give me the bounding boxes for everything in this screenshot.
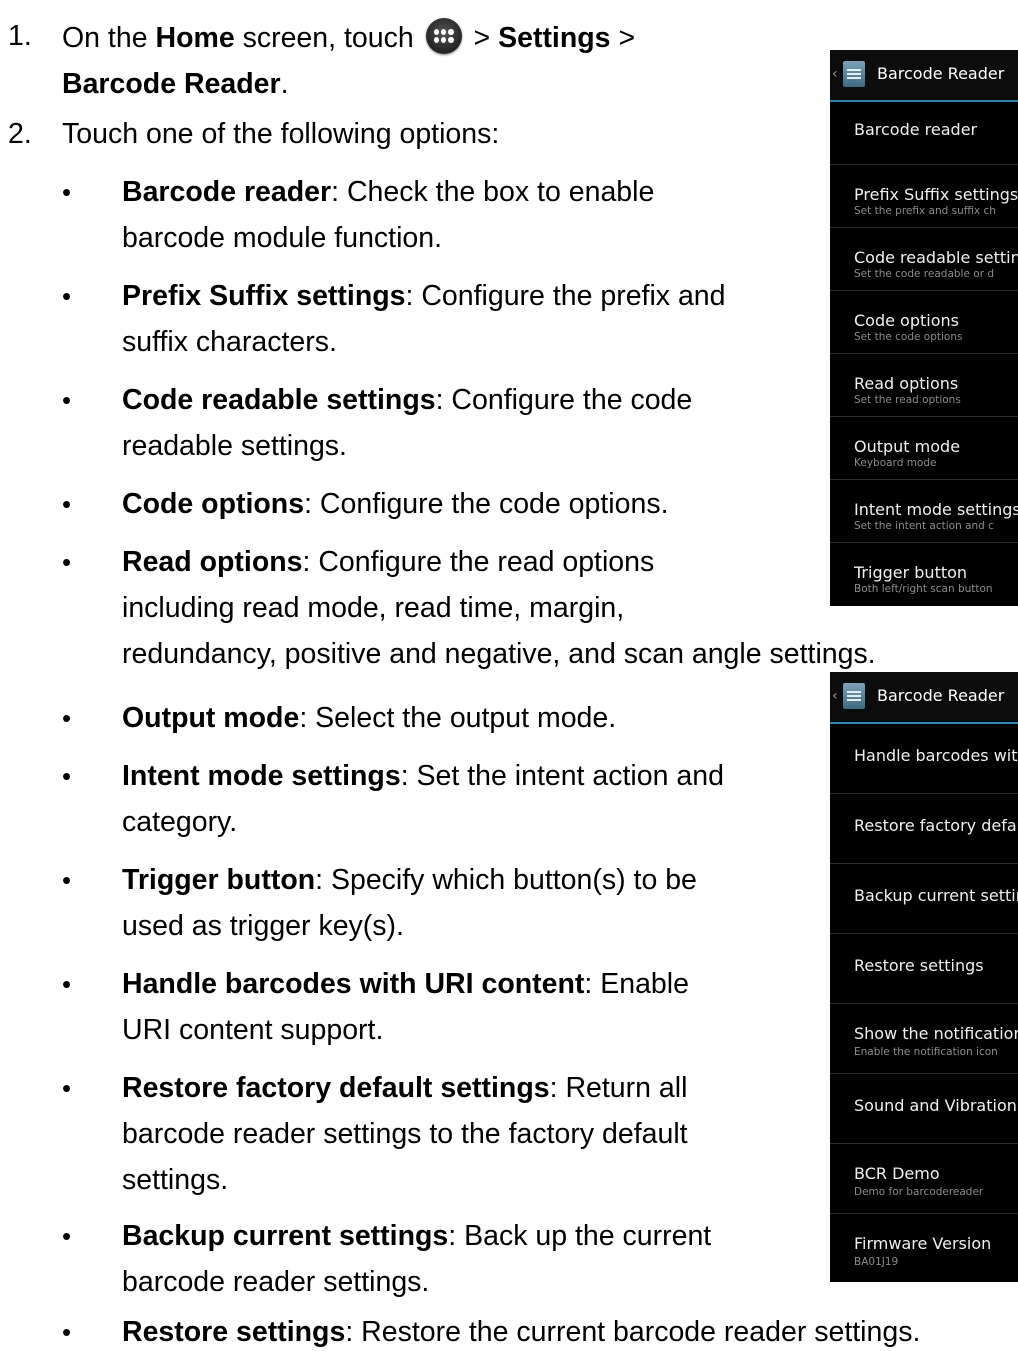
menu-item-title: Prefix Suffix settings [854,185,1018,204]
option-text: barcode reader settings. [122,1266,430,1298]
step-1-line-1: On the Home screen, touch > Settings > [62,18,635,56]
manual-page: 1. On the Home screen, touch > Settings … [0,0,1018,1351]
option-text: redundancy, positive and negative, and s… [122,638,876,670]
menu-item-title: Trigger button [854,563,968,582]
menu-item[interactable]: Output mode Keyboard mode [830,417,1018,480]
menu-item[interactable]: Restore factory defau [830,794,1018,864]
bullet: • [62,177,72,207]
chevron-left-icon[interactable]: ‹ [832,688,838,704]
menu-item-subtitle: Enable the notification icon [854,1046,998,1058]
menu-item[interactable]: Sound and Vibration [830,1074,1018,1144]
menu-item[interactable]: Barcode reader [830,102,1018,165]
menu-item[interactable]: Backup current settin [830,864,1018,934]
bullet: • [62,547,72,577]
menu-item-title: Firmware Version [854,1234,992,1253]
bullet: • [62,1221,72,1251]
menu-item-title: Output mode [854,437,961,456]
menu-item-title: Restore factory defau [854,816,1018,835]
option-text: category. [122,806,238,838]
menu-item-title: Code readable settin [854,248,1018,267]
menu-item-subtitle: Set the code options [854,331,963,343]
step-number: 2. [8,118,32,150]
step-2-text: Touch one of the following options: [62,118,500,150]
screenshot-barcode-reader-menu-1: ‹ Barcode Reader Barcode reader Prefix S… [830,50,1018,606]
menu-item-title: Intent mode settings [854,500,1018,519]
bullet: • [62,1073,72,1103]
action-bar: ‹ Barcode Reader [830,672,1018,724]
menu-item[interactable]: Prefix Suffix settings Set the prefix and… [830,165,1018,228]
option-backup-current-settings: Backup current settings: Back up the cur… [122,1220,712,1252]
option-restore-factory-default: Restore factory default settings: Return… [122,1072,688,1104]
menu-item-subtitle: Keyboard mode [854,457,937,469]
option-text: readable settings. [122,430,347,462]
barcode-reader-app-icon [843,61,865,87]
option-output-mode: Output mode: Select the output mode. [122,702,617,734]
menu-item[interactable]: Trigger button Both left/right scan butto… [830,543,1018,605]
menu-item-title: Restore settings [854,956,984,975]
menu-item[interactable]: Firmware Version BA01J19 [830,1214,1018,1282]
menu-item-title: Read options [854,374,959,393]
menu-item-subtitle: BA01J19 [854,1256,899,1268]
bullet: • [62,969,72,999]
bullet: • [62,385,72,415]
step-1-line-2: Barcode Reader. [62,68,289,100]
option-text: suffix characters. [122,326,337,358]
apps-grid-icon [425,18,462,54]
menu-item[interactable]: Code options Set the code options [830,291,1018,354]
bullet: • [62,865,72,895]
option-trigger-button: Trigger button: Specify which button(s) … [122,864,697,896]
menu-item-subtitle: Set the code readable or d [854,268,995,280]
option-text: used as trigger key(s). [122,910,404,942]
menu-item-title: Backup current settin [854,886,1018,905]
option-code-options: Code options: Configure the code options… [122,488,669,520]
menu-item-title: Handle barcodes with [854,746,1018,765]
option-text: barcode module function. [122,222,443,254]
bullet: • [62,761,72,791]
option-read-options: Read options: Configure the read options [122,546,655,578]
menu-item[interactable]: Code readable settin Set the code readabl… [830,228,1018,291]
action-bar: ‹ Barcode Reader [830,50,1018,102]
menu-item-title: Sound and Vibration [854,1096,1017,1115]
menu-item-title: Barcode reader [854,120,978,139]
option-prefix-suffix-settings: Prefix Suffix settings: Configure the pr… [122,280,726,312]
menu-item-subtitle: Set the intent action and c [854,520,994,532]
menu-item-subtitle: Demo for barcodereader [854,1186,984,1198]
bullet: • [62,703,72,733]
chevron-left-icon[interactable]: ‹ [832,66,838,82]
option-text: barcode reader settings to the factory d… [122,1118,688,1150]
menu-item-subtitle: Set the read options [854,394,961,406]
option-text: settings. [122,1164,229,1196]
barcode-reader-app-icon [843,683,865,709]
option-intent-mode-settings: Intent mode settings: Set the intent act… [122,760,724,792]
menu-item[interactable]: Show the notification Enable the notifica… [830,1004,1018,1074]
option-code-readable-settings: Code readable settings: Configure the co… [122,384,693,416]
menu-item-subtitle: Both left/right scan button [854,583,993,595]
menu-item-title: Show the notification [854,1024,1018,1043]
option-restore-settings: Restore settings: Restore the current ba… [122,1316,921,1348]
screen-title: Barcode Reader [877,686,1005,705]
menu-item[interactable]: Restore settings [830,934,1018,1004]
screenshot-barcode-reader-menu-2: ‹ Barcode Reader Handle barcodes with Re… [830,672,1018,1282]
bullet: • [62,281,72,311]
screen-title: Barcode Reader [877,64,1005,83]
bullet: • [62,489,72,519]
step-number: 1. [8,20,32,52]
menu-item-subtitle: Set the prefix and suffix ch [854,205,996,217]
menu-item[interactable]: Handle barcodes with [830,724,1018,794]
bullet: • [62,1317,72,1347]
menu-item[interactable]: Read options Set the read options [830,354,1018,417]
menu-item-title: Code options [854,311,959,330]
option-text: including read mode, read time, margin, [122,592,625,624]
menu-item[interactable]: Intent mode settings Set the intent actio… [830,480,1018,543]
option-barcode-reader: Barcode reader: Check the box to enable [122,176,655,208]
menu-item[interactable]: BCR Demo Demo for barcodereader [830,1144,1018,1214]
option-handle-barcodes-uri: Handle barcodes with URI content: Enable [122,968,689,1000]
menu-item-title: BCR Demo [854,1164,940,1183]
option-text: URI content support. [122,1014,384,1046]
